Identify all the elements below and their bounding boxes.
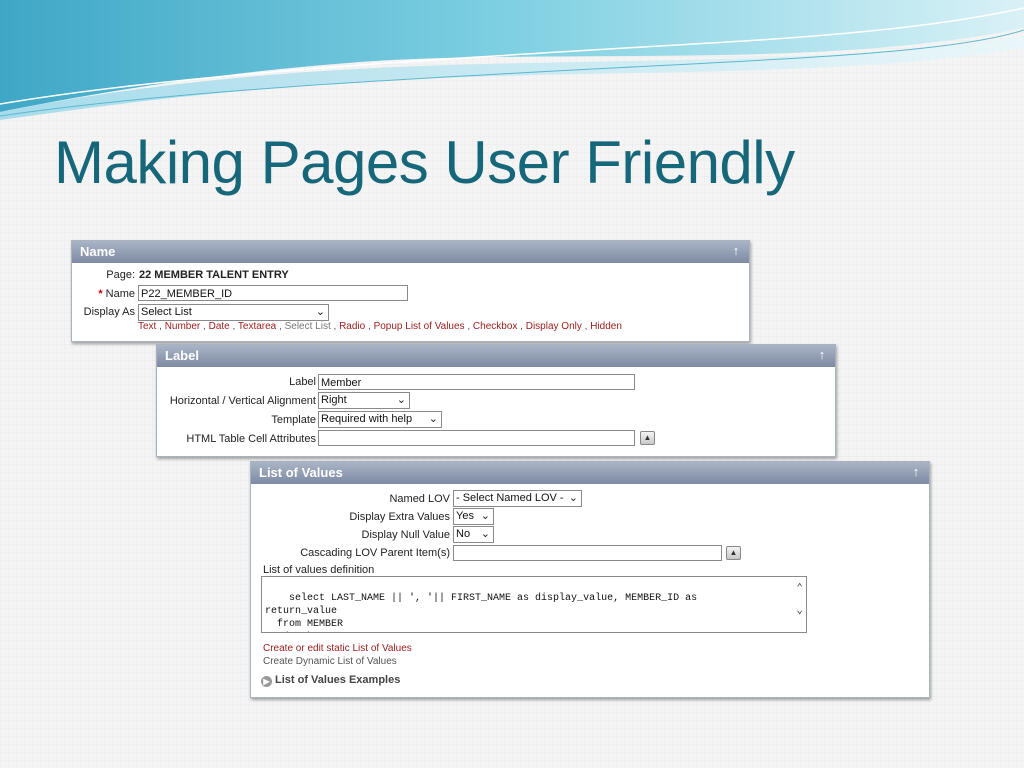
label-input[interactable]: Member bbox=[318, 374, 635, 390]
required-marker: * bbox=[98, 288, 103, 300]
name-panel-title: Name bbox=[80, 244, 116, 259]
cell-attributes-input[interactable] bbox=[318, 430, 635, 446]
scroll-down-icon[interactable]: ⌄ bbox=[796, 605, 803, 618]
lov-examples-toggle[interactable]: ▶ List of Values Examples bbox=[261, 674, 400, 687]
shortcut-number[interactable]: Number bbox=[165, 321, 201, 332]
lov-definition-textarea[interactable]: select LAST_NAME || ', '|| FIRST_NAME as… bbox=[261, 576, 807, 633]
name-panel-header: Name ↑ bbox=[72, 241, 749, 263]
shortcut-hidden[interactable]: Hidden bbox=[590, 321, 622, 332]
extra-values-select[interactable]: Yes ⌄ bbox=[453, 508, 494, 525]
named-lov-select[interactable]: - Select Named LOV - ⌄ bbox=[453, 490, 582, 507]
extra-values-label: Display Extra Values bbox=[349, 511, 450, 523]
collapse-arrow-icon[interactable]: ↑ bbox=[815, 348, 829, 362]
label-label: Label bbox=[289, 376, 316, 388]
display-as-value: Select List bbox=[141, 306, 192, 318]
chevron-down-icon: ⌄ bbox=[428, 413, 438, 425]
shortcut-popup-lov[interactable]: Popup List of Values bbox=[374, 321, 465, 332]
chevron-down-icon: ⌄ bbox=[480, 528, 490, 540]
template-value: Required with help bbox=[321, 413, 413, 425]
page-label: Page: bbox=[106, 269, 135, 281]
cascading-label: Cascading LOV Parent Item(s) bbox=[300, 547, 450, 559]
template-select[interactable]: Required with help ⌄ bbox=[318, 411, 442, 428]
dynamic-lov-link[interactable]: Create Dynamic List of Values bbox=[263, 656, 397, 667]
cell-attributes-label: HTML Table Cell Attributes bbox=[186, 433, 316, 445]
label-panel-title: Label bbox=[165, 348, 199, 363]
page-value: 22 MEMBER TALENT ENTRY bbox=[139, 269, 289, 281]
shortcut-textarea[interactable]: Textarea bbox=[238, 321, 276, 332]
name-label: Name bbox=[105, 288, 135, 300]
static-lov-link[interactable]: Create or edit static List of Values bbox=[263, 643, 412, 654]
chevron-down-icon: ⌄ bbox=[396, 394, 406, 406]
name-panel: Name ↑ Page: 22 MEMBER TALENT ENTRY * Na… bbox=[71, 240, 750, 342]
template-label: Template bbox=[271, 414, 316, 426]
expand-circle-icon: ▶ bbox=[261, 676, 272, 687]
popup-arrow-icon[interactable]: ▲ bbox=[640, 431, 655, 445]
alignment-select[interactable]: Right ⌄ bbox=[318, 392, 410, 409]
lov-definition-text: select LAST_NAME || ', '|| FIRST_NAME as… bbox=[265, 593, 698, 630]
lov-examples-label: List of Values Examples bbox=[275, 674, 401, 686]
shortcut-date[interactable]: Date bbox=[209, 321, 230, 332]
scroll-up-icon[interactable]: ⌃ bbox=[796, 583, 803, 596]
lov-panel-header: List of Values ↑ bbox=[251, 462, 929, 484]
null-value-value: No bbox=[456, 528, 471, 540]
chevron-down-icon: ⌄ bbox=[568, 492, 578, 504]
header-wave-decoration bbox=[0, 0, 1024, 120]
alignment-label: Horizontal / Vertical Alignment bbox=[169, 395, 316, 407]
extra-values-value: Yes bbox=[456, 510, 474, 522]
label-panel: Label ↑ Label Member Horizontal / Vertic… bbox=[156, 344, 836, 457]
collapse-arrow-icon[interactable]: ↑ bbox=[909, 465, 923, 479]
collapse-arrow-icon[interactable]: ↑ bbox=[729, 244, 743, 258]
label-panel-header: Label ↑ bbox=[157, 345, 835, 367]
display-as-label: Display As bbox=[83, 306, 135, 318]
shortcut-display-only[interactable]: Display Only bbox=[526, 321, 582, 332]
popup-arrow-icon[interactable]: ▲ bbox=[726, 546, 741, 560]
null-value-label: Display Null Value bbox=[361, 529, 450, 541]
lov-panel: List of Values ↑ Named LOV - Select Name… bbox=[250, 461, 930, 698]
alignment-value: Right bbox=[321, 394, 347, 406]
null-value-select[interactable]: No ⌄ bbox=[453, 526, 494, 543]
display-as-select[interactable]: Select List ⌄ bbox=[138, 304, 329, 321]
shortcut-text[interactable]: Text bbox=[138, 321, 156, 332]
shortcut-radio[interactable]: Radio bbox=[339, 321, 365, 332]
display-as-shortcuts: Text , Number , Date , Textarea , Select… bbox=[138, 321, 622, 332]
chevron-down-icon: ⌄ bbox=[315, 306, 325, 318]
item-name-input[interactable]: P22_MEMBER_ID bbox=[138, 285, 408, 301]
slide-title: Making Pages User Friendly bbox=[54, 129, 795, 196]
shortcut-select-list[interactable]: Select List bbox=[285, 321, 331, 332]
chevron-down-icon: ⌄ bbox=[480, 510, 490, 522]
named-lov-value: - Select Named LOV - bbox=[456, 492, 564, 504]
definition-label: List of values definition bbox=[263, 564, 375, 576]
textarea-scrollbar[interactable]: ⌃ ⌄ bbox=[792, 577, 806, 632]
cascading-input[interactable] bbox=[453, 545, 722, 561]
named-lov-label: Named LOV bbox=[389, 493, 450, 505]
shortcut-checkbox[interactable]: Checkbox bbox=[473, 321, 517, 332]
lov-panel-title: List of Values bbox=[259, 465, 343, 480]
name-label-wrap: * Name bbox=[98, 288, 135, 300]
